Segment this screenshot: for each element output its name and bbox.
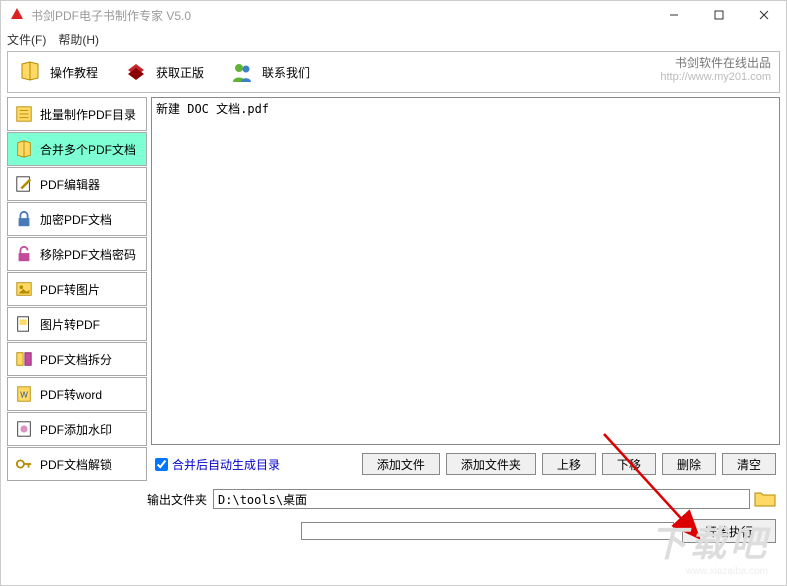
- toolbar: 操作教程 获取正版 联系我们 书剑软件在线出品 http://www.my201…: [7, 51, 780, 93]
- sidebar-item-label: PDF添加水印: [40, 421, 112, 438]
- execute-button[interactable]: 开始执行: [682, 519, 776, 543]
- toolbar-tutorial[interactable]: 操作教程: [16, 59, 98, 85]
- sidebar-item-label: PDF文档解锁: [40, 456, 112, 473]
- merge-icon: [14, 139, 34, 159]
- toolbar-contact-label: 联系我们: [262, 64, 310, 81]
- action-row: 开始执行: [1, 513, 786, 549]
- sidebar-item-4[interactable]: 移除PDF文档密码: [7, 237, 147, 271]
- sidebar-item-10[interactable]: PDF文档解锁: [7, 447, 147, 481]
- add-file-button[interactable]: 添加文件: [362, 453, 440, 475]
- sidebar-item-label: 批量制作PDF目录: [40, 106, 136, 123]
- move-up-button[interactable]: 上移: [542, 453, 596, 475]
- maximize-button[interactable]: [696, 1, 741, 29]
- sidebar: 批量制作PDF目录合并多个PDF文档 PDF编辑器加密PDF文档移除PDF文档密码…: [7, 97, 147, 483]
- sidebar-item-1[interactable]: 合并多个PDF文档: [7, 132, 147, 166]
- auto-toc-label: 合并后自动生成目录: [172, 456, 280, 473]
- browse-folder-icon[interactable]: [754, 490, 776, 508]
- sidebar-item-label: 移除PDF文档密码: [40, 246, 136, 263]
- menu-file[interactable]: 文件(F): [7, 31, 46, 48]
- tutorial-icon: [16, 59, 44, 85]
- sidebar-item-3[interactable]: 加密PDF文档: [7, 202, 147, 236]
- split-icon: [14, 349, 34, 369]
- list-item[interactable]: 新建 DOC 文档.pdf: [156, 100, 775, 117]
- brand-info: 书剑软件在线出品 http://www.my201.com: [660, 56, 771, 84]
- toolbar-legit[interactable]: 获取正版: [122, 59, 204, 85]
- edit-icon: [14, 174, 34, 194]
- sidebar-item-label: 合并多个PDF文档: [40, 141, 136, 158]
- toolbar-tutorial-label: 操作教程: [50, 64, 98, 81]
- sidebar-item-7[interactable]: PDF文档拆分: [7, 342, 147, 376]
- sidebar-item-2[interactable]: PDF编辑器: [7, 167, 147, 201]
- legit-icon: [122, 59, 150, 85]
- auto-toc-checkbox[interactable]: 合并后自动生成目录: [155, 456, 280, 473]
- sidebar-item-label: PDF转word: [40, 386, 102, 403]
- key-icon: [14, 454, 34, 474]
- imagepdf-icon: [14, 314, 34, 334]
- output-label: 输出文件夹: [147, 491, 207, 508]
- toolbar-contact[interactable]: 联系我们: [228, 59, 310, 85]
- brand-url: http://www.my201.com: [660, 70, 771, 84]
- toolbar-legit-label: 获取正版: [156, 64, 204, 81]
- sidebar-item-0[interactable]: 批量制作PDF目录: [7, 97, 147, 131]
- sidebar-item-label: PDF编辑器: [40, 176, 100, 193]
- unlock-icon: [14, 244, 34, 264]
- auto-toc-input[interactable]: [155, 458, 168, 471]
- clear-button[interactable]: 清空: [722, 453, 776, 475]
- controls-row: 合并后自动生成目录 添加文件 添加文件夹 上移 下移 删除 清空: [151, 445, 780, 483]
- sidebar-item-label: 加密PDF文档: [40, 211, 112, 228]
- app-icon: [9, 7, 25, 23]
- sidebar-item-8[interactable]: W PDF转word: [7, 377, 147, 411]
- move-down-button[interactable]: 下移: [602, 453, 656, 475]
- image-icon: [14, 279, 34, 299]
- progress-bar: [301, 522, 674, 540]
- window-title: 书剑PDF电子书制作专家 V5.0: [31, 7, 191, 24]
- svg-text:W: W: [20, 391, 28, 400]
- menubar: 文件(F) 帮助(H): [1, 29, 786, 49]
- output-path-input[interactable]: [213, 489, 750, 509]
- output-row: 输出文件夹: [1, 485, 786, 513]
- word-icon: W: [14, 384, 34, 404]
- minimize-button[interactable]: [651, 1, 696, 29]
- watermark-url: www.xiazaiba.com: [686, 566, 768, 577]
- contact-icon: [228, 59, 256, 85]
- watermark-icon: [14, 419, 34, 439]
- lock-icon: [14, 209, 34, 229]
- brand-text: 书剑软件在线出品: [660, 56, 771, 70]
- add-folder-button[interactable]: 添加文件夹: [446, 453, 536, 475]
- sidebar-item-5[interactable]: PDF转图片: [7, 272, 147, 306]
- list-icon: [14, 104, 34, 124]
- sidebar-item-label: 图片转PDF: [40, 316, 100, 333]
- delete-button[interactable]: 删除: [662, 453, 716, 475]
- menu-help[interactable]: 帮助(H): [58, 31, 99, 48]
- sidebar-item-6[interactable]: 图片转PDF: [7, 307, 147, 341]
- sidebar-item-label: PDF转图片: [40, 281, 100, 298]
- file-list[interactable]: 新建 DOC 文档.pdf: [151, 97, 780, 445]
- sidebar-item-label: PDF文档拆分: [40, 351, 112, 368]
- titlebar: 书剑PDF电子书制作专家 V5.0: [1, 1, 786, 29]
- sidebar-item-9[interactable]: PDF添加水印: [7, 412, 147, 446]
- close-button[interactable]: [741, 1, 786, 29]
